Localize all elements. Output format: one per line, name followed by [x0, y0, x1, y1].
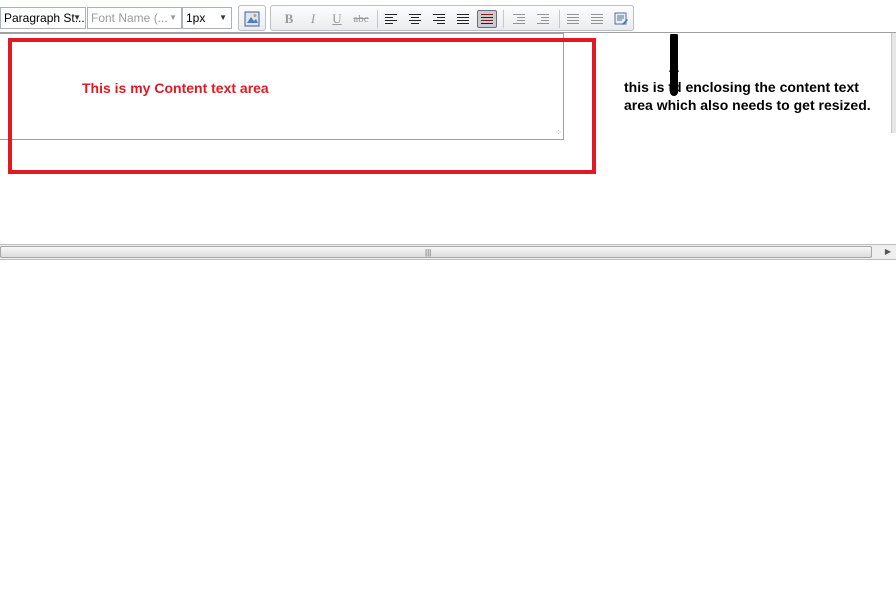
- insert-group: [238, 5, 266, 31]
- font-size-select[interactable]: 1px ▼: [182, 7, 232, 29]
- toolbar-divider: [503, 10, 504, 28]
- chevron-down-icon: ▼: [219, 13, 227, 22]
- horizontal-scrollbar[interactable]: ||| ▶: [0, 244, 896, 260]
- indent-icon: [537, 14, 549, 24]
- numbered-list-icon: [567, 14, 579, 24]
- bullet-list-button[interactable]: [587, 10, 607, 28]
- scroll-right-arrow-icon[interactable]: ▶: [880, 245, 896, 259]
- font-name-select[interactable]: Font Name (... ▼: [87, 7, 182, 29]
- chevron-down-icon: ▼: [169, 13, 177, 22]
- image-icon: [244, 11, 260, 27]
- vertical-scrollbar[interactable]: [891, 33, 896, 133]
- paragraph-style-select[interactable]: Paragraph St... ▼: [0, 7, 86, 29]
- edit-source-icon: [614, 12, 628, 25]
- align-right-button[interactable]: [429, 10, 449, 28]
- formatting-group: B I U abc: [270, 5, 634, 31]
- scrollbar-thumb[interactable]: |||: [0, 246, 872, 258]
- underline-button[interactable]: U: [327, 10, 347, 28]
- justify-full-button[interactable]: [477, 10, 497, 28]
- strikethrough-button[interactable]: abc: [351, 10, 371, 28]
- align-left-icon: [385, 14, 397, 24]
- bullet-list-icon: [591, 14, 603, 24]
- insert-image-button[interactable]: [242, 10, 262, 28]
- align-right-icon: [433, 14, 445, 24]
- editor-toolbar: Paragraph St... ▼ Font Name (... ▼ 1px ▼…: [0, 4, 636, 32]
- edit-source-button[interactable]: [611, 10, 631, 28]
- justify-icon: [457, 14, 469, 24]
- outdent-icon: [513, 14, 525, 24]
- numbered-list-button[interactable]: [563, 10, 583, 28]
- chevron-down-icon: ▼: [73, 13, 81, 22]
- align-left-button[interactable]: [381, 10, 401, 28]
- highlight-box: [8, 38, 596, 174]
- align-center-button[interactable]: [405, 10, 425, 28]
- annotation-note: this is td enclosing the content text ar…: [624, 79, 871, 113]
- font-size-value: 1px: [186, 11, 206, 25]
- align-center-icon: [409, 14, 421, 24]
- indent-button[interactable]: [533, 10, 553, 28]
- editor-frame: Paragraph St... ▼ Font Name (... ▼ 1px ▼…: [0, 0, 896, 260]
- toolbar-divider: [559, 10, 560, 28]
- italic-button[interactable]: I: [303, 10, 323, 28]
- toolbar-divider: [377, 10, 378, 28]
- bold-button[interactable]: B: [279, 10, 299, 28]
- content-text: This is my Content text area: [82, 80, 269, 96]
- grip-icon: |||: [425, 248, 432, 257]
- outdent-button[interactable]: [509, 10, 529, 28]
- justify-full-icon: [481, 14, 493, 24]
- font-name-value: Font Name (...: [91, 11, 168, 25]
- justify-button[interactable]: [453, 10, 473, 28]
